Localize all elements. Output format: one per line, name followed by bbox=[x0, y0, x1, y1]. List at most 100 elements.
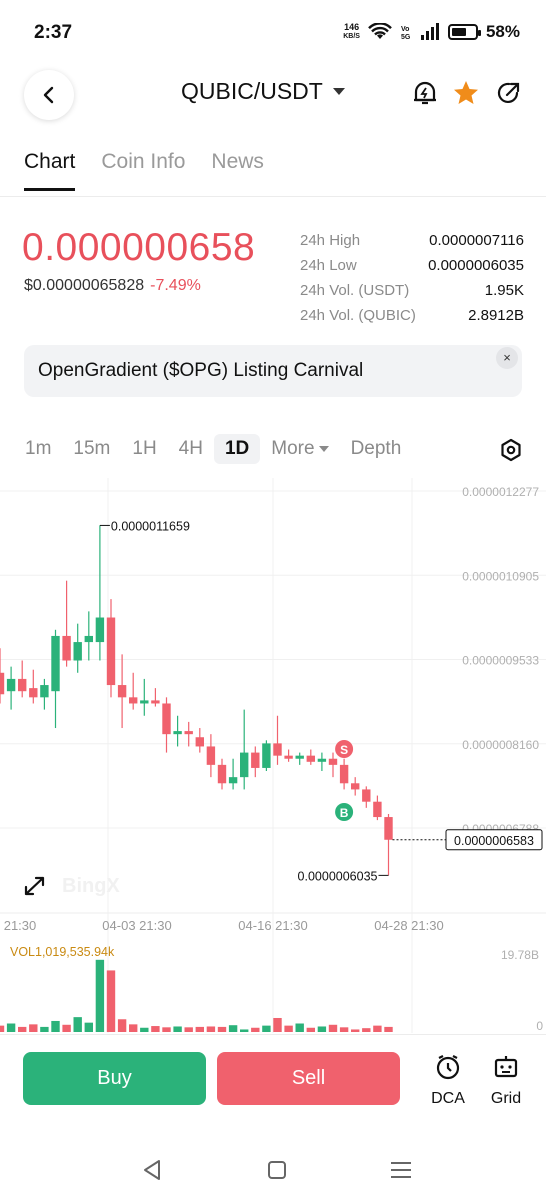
candle-body bbox=[173, 731, 182, 735]
x-tick-label: 04-28 21:30 bbox=[374, 918, 443, 933]
chevron-left-icon bbox=[43, 86, 54, 104]
current-price-label: 0.0000006583 bbox=[454, 834, 534, 848]
nav-menu-icon[interactable] bbox=[387, 1156, 415, 1184]
volume-bar bbox=[328, 1024, 338, 1032]
x-axis-labels: 21:30 04-03 21:30 04-16 21:30 04-28 21:30 bbox=[4, 918, 444, 933]
interval-4h[interactable]: 4H bbox=[168, 434, 214, 464]
volume-bar bbox=[40, 1026, 49, 1032]
stat-label: 24h Vol. (QUBIC) bbox=[300, 307, 416, 324]
grid-button[interactable]: Grid bbox=[481, 1053, 531, 1108]
stat-value: 1.95K bbox=[484, 282, 524, 299]
depth-tab[interactable]: Depth bbox=[340, 434, 413, 464]
max-price-label: 0.0000011659 bbox=[111, 519, 190, 533]
watermark-text: BingX bbox=[62, 875, 120, 897]
nav-back-icon[interactable] bbox=[139, 1156, 167, 1184]
status-bar: 2:37 146 KB/S Vo 5G 58% bbox=[0, 0, 546, 68]
fullscreen-button[interactable] bbox=[20, 874, 50, 900]
tab-news[interactable]: News bbox=[211, 150, 264, 191]
sell-button[interactable]: Sell bbox=[217, 1052, 400, 1105]
stat-label: 24h High bbox=[300, 232, 361, 249]
volume-bar bbox=[173, 1026, 182, 1032]
tab-coin-info[interactable]: Coin Info bbox=[101, 150, 185, 191]
caret-down-icon bbox=[318, 445, 329, 452]
favorite-button[interactable] bbox=[451, 78, 481, 108]
interval-1m[interactable]: 1m bbox=[14, 434, 62, 464]
candle-body bbox=[84, 635, 93, 643]
nav-home-icon[interactable] bbox=[263, 1156, 291, 1184]
x-tick-label: 04-16 21:30 bbox=[238, 918, 307, 933]
volume-bar bbox=[73, 1017, 82, 1032]
svg-text:Vo: Vo bbox=[401, 26, 409, 33]
tab-chart[interactable]: Chart bbox=[24, 150, 76, 191]
volume-bar bbox=[0, 1025, 5, 1032]
candle-body bbox=[0, 672, 5, 695]
volume-bar bbox=[217, 1026, 227, 1032]
price-alert-button[interactable] bbox=[410, 78, 440, 108]
stat-row: 24h Low 0.0000006035 bbox=[300, 257, 524, 282]
interval-1h[interactable]: 1H bbox=[121, 434, 167, 464]
stat-value: 0.0000006035 bbox=[428, 257, 524, 274]
y-tick-label: 0.0000010905 bbox=[462, 569, 539, 583]
volume-bar bbox=[351, 1029, 360, 1032]
candle-body bbox=[273, 743, 282, 756]
candle-body bbox=[151, 700, 160, 704]
volume-bar bbox=[373, 1025, 382, 1032]
volume-bar bbox=[262, 1025, 271, 1032]
banner-close-button[interactable]: × bbox=[496, 347, 518, 369]
promo-banner[interactable]: OpenGradient ($OPG) Listing Carnival × bbox=[24, 345, 522, 397]
volte-icon: Vo 5G bbox=[401, 26, 411, 41]
candlestick-chart[interactable]: BingX 0.0000012277 0.0000010905 0.00000095… bbox=[0, 478, 546, 1034]
volume-bar bbox=[195, 1026, 204, 1032]
chart-settings-button[interactable] bbox=[498, 437, 524, 463]
candle-body bbox=[217, 764, 227, 784]
candle-body bbox=[384, 817, 393, 840]
svg-text:5G: 5G bbox=[401, 34, 411, 41]
volume-bar bbox=[384, 1026, 393, 1032]
buy-button[interactable]: Buy bbox=[23, 1052, 206, 1105]
dca-button[interactable]: DCA bbox=[423, 1053, 473, 1108]
candle-body bbox=[362, 789, 371, 802]
last-price: 0.000000658 bbox=[22, 226, 256, 269]
volume-bar bbox=[140, 1027, 149, 1032]
volume-bar bbox=[6, 1023, 16, 1032]
candle-body bbox=[206, 746, 216, 765]
stat-row: 24h Vol. (QUBIC) 2.8912B bbox=[300, 307, 524, 332]
candle-body bbox=[184, 731, 193, 735]
candle-body bbox=[129, 697, 138, 704]
interval-1d[interactable]: 1D bbox=[213, 434, 261, 464]
usd-price-line: $0.00000065828 -7.49% bbox=[24, 277, 201, 295]
usd-price: $0.00000065828 bbox=[24, 277, 145, 294]
price-change: -7.49% bbox=[150, 277, 201, 294]
candle-body bbox=[95, 617, 105, 643]
volume-bar bbox=[51, 1020, 60, 1032]
pair-selector[interactable]: QUBIC/USDT bbox=[181, 78, 345, 105]
share-button[interactable] bbox=[494, 78, 524, 108]
caret-down-icon bbox=[332, 88, 345, 95]
candle-body bbox=[51, 635, 60, 692]
battery-level bbox=[451, 28, 466, 36]
candle-body bbox=[106, 617, 116, 686]
star-icon bbox=[454, 81, 478, 104]
tabs-divider bbox=[0, 196, 546, 197]
stat-label: 24h Vol. (USDT) bbox=[300, 282, 410, 299]
status-indicators: 146 KB/S Vo 5G 58% bbox=[343, 22, 520, 42]
status-time: 2:37 bbox=[34, 22, 73, 43]
grid-bot-icon bbox=[494, 1056, 518, 1078]
back-button[interactable] bbox=[24, 70, 74, 120]
volume-bar bbox=[251, 1027, 260, 1032]
y-tick-label: 0.0000008160 bbox=[462, 738, 539, 752]
stat-row: 24h High 0.0000007116 bbox=[300, 232, 524, 257]
volume-bar bbox=[206, 1026, 216, 1032]
interval-more[interactable]: More bbox=[260, 434, 339, 464]
candle-body bbox=[295, 755, 304, 759]
candle-body bbox=[40, 685, 49, 698]
volume-label: VOL1,019,535.94k bbox=[10, 945, 115, 959]
candle-body bbox=[373, 801, 382, 818]
interval-15m[interactable]: 15m bbox=[62, 434, 121, 464]
volume-bar bbox=[228, 1025, 238, 1032]
candle-body bbox=[195, 737, 204, 747]
candle-body bbox=[228, 777, 238, 784]
min-price-label: 0.0000006035 bbox=[298, 869, 378, 883]
candles bbox=[0, 525, 393, 876]
volume-bar bbox=[129, 1024, 138, 1032]
